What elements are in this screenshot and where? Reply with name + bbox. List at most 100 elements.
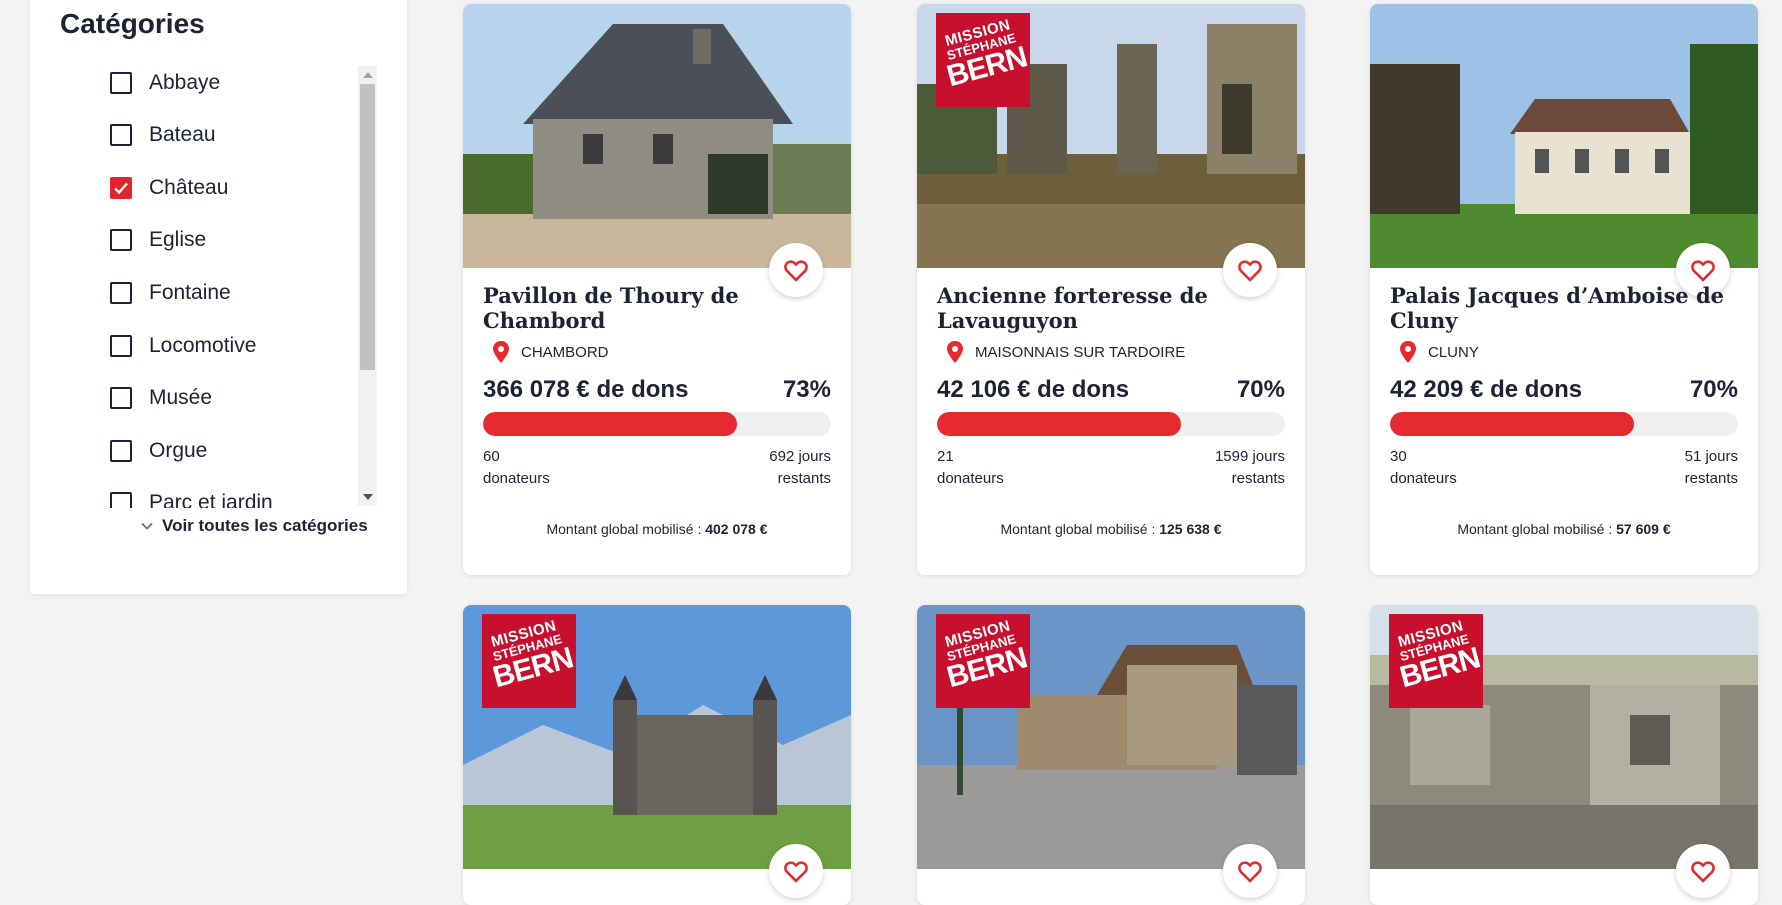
category-item-orgue[interactable]: Orgue xyxy=(70,436,207,466)
global-amount: Montant global mobilisé : 125 638 € xyxy=(917,521,1305,537)
location-label: MAISONNAIS SUR TARDOIRE xyxy=(975,343,1186,361)
days-label: restants xyxy=(777,470,831,487)
project-location: CHAMBORD xyxy=(491,340,609,364)
project-location: CLUNY xyxy=(1398,340,1479,364)
project-title[interactable]: Pavillon de Thoury de Chambord xyxy=(483,283,833,333)
checkbox[interactable] xyxy=(110,335,132,357)
progress-fill xyxy=(483,412,738,436)
map-pin-icon xyxy=(1400,341,1416,363)
favorite-button[interactable] xyxy=(1223,844,1277,898)
days-remaining-stat: 1599 jours restants xyxy=(1215,446,1285,490)
category-scrollbar[interactable] xyxy=(358,66,377,506)
project-card[interactable]: MISSION STÉPHANE BERN Ancienne forteress… xyxy=(917,4,1305,575)
donation-amount: 42 209 € de dons xyxy=(1390,376,1583,403)
scroll-up-arrow-icon[interactable] xyxy=(363,72,373,78)
progress-percent: 70% xyxy=(1689,376,1738,403)
location-label: CLUNY xyxy=(1428,343,1479,361)
global-amount-label: Montant global mobilisé : xyxy=(546,521,706,537)
donation-amount: 42 106 € de dons xyxy=(937,376,1130,403)
donors-label: donateurs xyxy=(483,470,550,487)
category-label: Abbaye xyxy=(149,71,221,94)
project-card[interactable]: MISSION STÉPHANE BERN xyxy=(463,605,851,905)
checkbox[interactable] xyxy=(110,124,132,146)
checkbox[interactable] xyxy=(110,72,132,94)
project-card[interactable]: MISSION STÉPHANE BERN xyxy=(917,605,1305,905)
category-label: Orgue xyxy=(149,439,208,462)
project-location: MAISONNAIS SUR TARDOIRE xyxy=(945,340,1185,364)
donors-stat: 21 donateurs xyxy=(937,446,1004,490)
donation-amount: 366 078 € de dons xyxy=(483,376,689,403)
global-amount-label: Montant global mobilisé : xyxy=(1000,521,1160,537)
project-title[interactable]: Ancienne forteresse de Lavauguyon xyxy=(937,283,1287,333)
category-item-musee[interactable]: Musée xyxy=(70,383,212,413)
days-label: restants xyxy=(1684,470,1738,487)
project-image[interactable] xyxy=(463,4,851,268)
category-label: Musée xyxy=(149,386,213,409)
progress-fill xyxy=(1390,412,1634,436)
category-list: Abbaye Bateau Château Eglise Fontaine Lo… xyxy=(70,68,370,508)
mission-stephane-bern-badge: MISSION STÉPHANE BERN xyxy=(936,13,1030,107)
scrollbar-thumb[interactable] xyxy=(360,84,375,370)
category-item-eglise[interactable]: Eglise xyxy=(70,225,206,255)
category-item-abbaye[interactable]: Abbaye xyxy=(70,68,220,98)
category-label: Eglise xyxy=(149,228,207,251)
check-icon xyxy=(114,182,128,195)
global-amount-value: 57 609 € xyxy=(1616,521,1671,537)
progress-percent: 73% xyxy=(782,376,831,403)
donors-count: 21 xyxy=(937,448,954,465)
category-item-bateau[interactable]: Bateau xyxy=(70,120,216,150)
days-count: 692 jours xyxy=(769,448,831,465)
category-item-parc-et-jardin[interactable]: Parc et jardin xyxy=(70,488,273,508)
donors-label: donateurs xyxy=(937,470,1004,487)
heart-icon xyxy=(1691,260,1715,282)
mission-stephane-bern-badge: MISSION STÉPHANE BERN xyxy=(936,614,1030,708)
progress-bar xyxy=(1390,412,1738,436)
donors-stat: 30 donateurs xyxy=(1390,446,1457,490)
donors-stat: 60 donateurs xyxy=(483,446,550,490)
days-label: restants xyxy=(1231,470,1285,487)
checkbox[interactable] xyxy=(110,282,132,304)
checkbox[interactable] xyxy=(110,387,132,409)
chevron-down-icon xyxy=(141,522,153,530)
favorite-button[interactable] xyxy=(769,844,823,898)
category-item-fontaine[interactable]: Fontaine xyxy=(70,278,231,308)
days-count: 1599 jours xyxy=(1214,448,1285,465)
progress-fill xyxy=(937,412,1181,436)
global-amount-value: 125 638 € xyxy=(1159,521,1222,537)
global-amount-value: 402 078 € xyxy=(705,521,768,537)
category-label: Bateau xyxy=(149,123,216,146)
days-remaining-stat: 692 jours restants xyxy=(769,446,831,490)
favorite-button[interactable] xyxy=(1676,844,1730,898)
category-item-locomotive[interactable]: Locomotive xyxy=(70,331,256,361)
global-amount-label: Montant global mobilisé : xyxy=(1457,521,1617,537)
progress-bar xyxy=(483,412,831,436)
scroll-down-arrow-icon[interactable] xyxy=(363,494,373,500)
map-pin-icon xyxy=(493,341,509,363)
mission-stephane-bern-badge: MISSION STÉPHANE BERN xyxy=(482,614,576,708)
progress-percent: 70% xyxy=(1236,376,1285,403)
project-card[interactable]: Palais Jacques d’Amboise de Cluny CLUNY … xyxy=(1370,4,1758,575)
project-title[interactable]: Palais Jacques d’Amboise de Cluny xyxy=(1390,283,1740,333)
heart-icon xyxy=(1691,861,1715,883)
global-amount: Montant global mobilisé : 57 609 € xyxy=(1370,521,1758,537)
category-item-chateau[interactable]: Château xyxy=(70,173,228,203)
category-label: Fontaine xyxy=(149,281,231,304)
checkbox[interactable] xyxy=(110,492,132,508)
see-all-categories-link[interactable]: Voir toutes les catégories xyxy=(140,516,368,536)
days-remaining-stat: 51 jours restants xyxy=(1685,446,1738,490)
project-card[interactable]: MISSION STÉPHANE BERN xyxy=(1370,605,1758,905)
checkbox-checked[interactable] xyxy=(110,177,132,199)
project-image[interactable] xyxy=(1370,4,1758,268)
heart-icon xyxy=(784,260,808,282)
project-card[interactable]: Pavillon de Thoury de Chambord CHAMBORD … xyxy=(463,4,851,575)
days-count: 51 jours xyxy=(1684,448,1738,465)
heart-icon xyxy=(1238,861,1262,883)
category-label: Parc et jardin xyxy=(149,491,273,508)
mission-stephane-bern-badge: MISSION STÉPHANE BERN xyxy=(1389,614,1483,708)
heart-icon xyxy=(784,861,808,883)
map-pin-icon xyxy=(947,341,963,363)
checkbox[interactable] xyxy=(110,440,132,462)
category-filter-panel: Catégories Abbaye Bateau Château Eglise … xyxy=(30,0,407,594)
category-label: Château xyxy=(149,176,229,199)
checkbox[interactable] xyxy=(110,229,132,251)
